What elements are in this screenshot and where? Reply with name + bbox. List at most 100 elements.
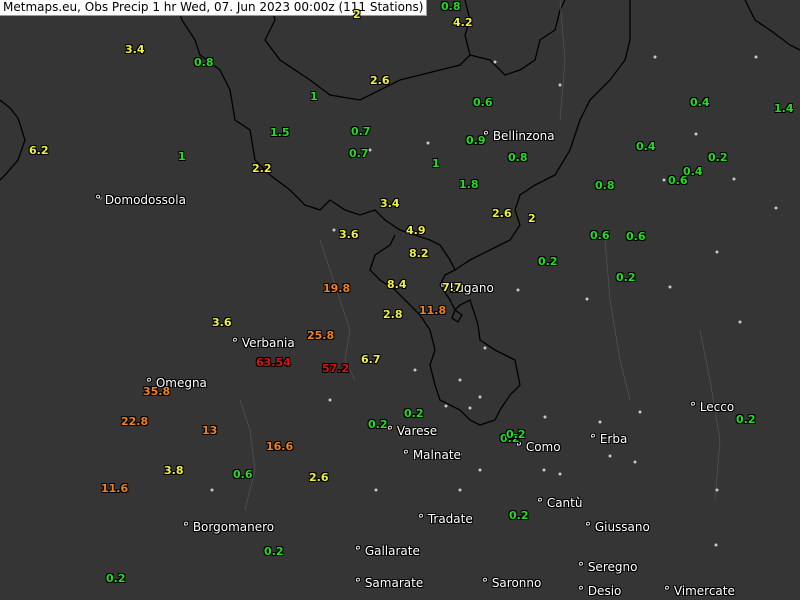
precip-value: 3.6	[212, 316, 232, 329]
precip-value: 1	[432, 157, 440, 170]
city-como: ° Como	[516, 440, 561, 454]
precip-value: 0.2	[736, 413, 756, 426]
city-seregno: ° Seregno	[578, 560, 638, 574]
city-gallarate: ° Gallarate	[355, 544, 420, 558]
precip-value: 19.8	[323, 282, 351, 295]
city-tradate: ° Tradate	[418, 512, 473, 526]
precip-value: 0.8	[508, 151, 528, 164]
city-malnate: ° Malnate	[403, 448, 461, 462]
station-dot	[478, 468, 482, 472]
precip-value: 1	[178, 150, 186, 163]
city-verbania: ° Verbania	[232, 336, 295, 350]
precip-value: 0.2	[616, 271, 636, 284]
precip-value: 11.8	[419, 304, 447, 317]
city-desio: ° Desio	[578, 584, 622, 598]
map-title: Metmaps.eu, Obs Precip 1 hr Wed, 07. Jun…	[0, 0, 428, 16]
station-dot	[608, 454, 612, 458]
station-dot	[715, 488, 719, 492]
station-dot	[516, 288, 520, 292]
precip-value: 2	[353, 8, 361, 21]
station-dot	[585, 297, 589, 301]
precip-value: 6.2	[29, 144, 49, 157]
station-dot	[662, 178, 666, 182]
precip-value: 0.6	[473, 96, 493, 109]
station-dot	[638, 410, 642, 414]
precip-value: 1.5	[270, 126, 290, 139]
precip-value: 8.2	[409, 247, 429, 260]
precip-value: 0.9	[466, 134, 486, 147]
station-dot	[374, 488, 378, 492]
precip-value: 3.4	[125, 43, 145, 56]
station-dot	[542, 468, 546, 472]
station-dot	[558, 472, 562, 476]
precip-value: 0.6	[590, 229, 610, 242]
station-dot	[543, 415, 547, 419]
precip-value: 0.8	[441, 0, 461, 13]
precip-value: 1.4	[774, 102, 794, 115]
precip-value: 0.6	[668, 174, 688, 187]
station-dot	[413, 368, 417, 372]
precip-value: 1.8	[459, 178, 479, 191]
station-dot	[598, 420, 602, 424]
precip-value: 0.4	[636, 140, 656, 153]
map-background	[0, 0, 800, 600]
precip-value: 0.2	[708, 151, 728, 164]
precip-value: 6.7	[361, 353, 381, 366]
station-dot	[738, 320, 742, 324]
station-dot	[444, 404, 448, 408]
precip-value: 0.4	[690, 96, 710, 109]
city-domodossola: ° Domodossola	[95, 193, 186, 207]
precip-value: 0.2	[368, 418, 388, 431]
precip-value: 0.6	[626, 230, 646, 243]
station-dot	[774, 206, 778, 210]
station-dot	[732, 177, 736, 181]
precip-value: 0.2	[264, 545, 284, 558]
city-varese: ° Varese	[387, 424, 438, 438]
station-dot	[458, 488, 462, 492]
city-giussano: ° Giussano	[585, 520, 650, 534]
city-cant-: ° Cantù	[537, 496, 583, 510]
precip-value: 35.8	[143, 385, 171, 398]
precip-value: 2	[528, 212, 536, 225]
station-dot	[458, 378, 462, 382]
station-dot	[210, 488, 214, 492]
precip-value: 4.9	[406, 224, 426, 237]
precip-value: 0.2	[506, 428, 526, 441]
precip-value: 22.8	[121, 415, 149, 428]
precip-value: 2.2	[252, 162, 272, 175]
precip-value: 2.6	[492, 207, 512, 220]
city-bellinzona: ° Bellinzona	[483, 129, 555, 143]
precip-value: 4.2	[453, 16, 473, 29]
station-dot	[332, 228, 336, 232]
city-vimercate: ° Vimercate	[664, 584, 735, 598]
precip-value: 25.8	[307, 329, 335, 342]
precip-value: 2.6	[309, 471, 329, 484]
precip-value: 2.6	[370, 74, 390, 87]
station-dot	[328, 398, 332, 402]
precip-value: 0.7	[351, 125, 371, 138]
station-dot	[633, 460, 637, 464]
precip-value: 0.2	[106, 572, 126, 585]
precip-value: 0.7	[349, 147, 369, 160]
precip-value: 16.6	[266, 440, 294, 453]
station-dot	[694, 132, 698, 136]
station-dot	[715, 250, 719, 254]
precip-value: 0.2	[509, 509, 529, 522]
station-dot	[483, 346, 487, 350]
precip-value: 0.2	[404, 407, 424, 420]
precip-value: 3.4	[380, 197, 400, 210]
city-lecco: ° Lecco	[690, 400, 735, 414]
station-dot	[493, 60, 497, 64]
station-dot	[714, 543, 718, 547]
station-dot	[478, 395, 482, 399]
precip-value: 11.6	[101, 482, 129, 495]
station-dot	[468, 406, 472, 410]
station-dot	[754, 55, 758, 59]
city-erba: ° Erba	[590, 432, 628, 446]
station-dot	[558, 83, 562, 87]
precip-value: 0.6	[233, 468, 253, 481]
precip-value: 8.4	[387, 278, 407, 291]
city-saronno: ° Saronno	[482, 576, 542, 590]
precip-value: 0.8	[595, 179, 615, 192]
precip-value: 0.8	[194, 56, 214, 69]
